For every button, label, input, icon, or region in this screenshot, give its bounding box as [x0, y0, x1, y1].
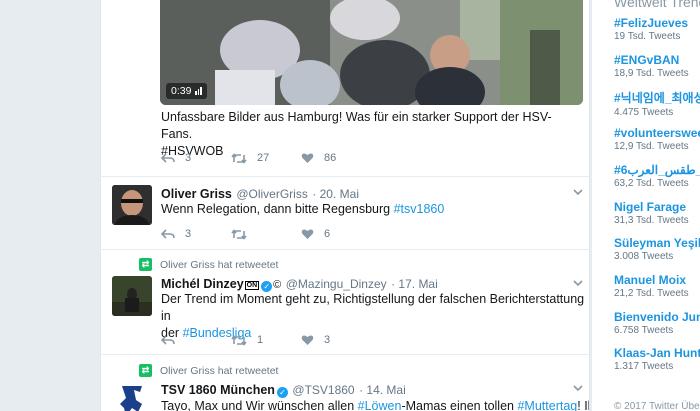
tweet-header: TSV 1860 München ✓ @TSV1860 · 14. Mai — [161, 381, 406, 399]
reply-button[interactable]: 3 — [161, 228, 231, 240]
trend-tweet-count: 18,9 Tsd. Tweets — [614, 67, 689, 79]
tweet-mazingu-dinzey[interactable]: ⇄ Oliver Griss hat retweetet Michél Dinz… — [101, 251, 589, 355]
tweet-date[interactable]: · 14. Mai — [359, 383, 406, 397]
tweet-tsv1860[interactable]: ⇄ Oliver Griss hat retweetet TSV 1860 Mü… — [101, 356, 589, 411]
trend-item[interactable]: #닉네임에_최애성완4.475 Tweets — [614, 89, 700, 118]
author-name[interactable]: TSV 1860 München — [161, 383, 275, 397]
retweet-context-icon: ⇄ — [139, 364, 152, 377]
trend-name[interactable]: #ENGvBAN — [614, 53, 700, 67]
retweet-icon — [231, 228, 247, 240]
trend-tweet-count: 4.475 Tweets — [614, 107, 674, 119]
video-thumbnail[interactable]: 0:39 — [160, 0, 583, 105]
reply-button[interactable] — [161, 334, 231, 346]
trend-item[interactable]: Nigel Farage 31,3 Tsd. Tweets — [614, 200, 700, 226]
tweet-text: Tayo, Max und Wir wünschen allen #Löwen-… — [161, 399, 589, 411]
trend-name[interactable]: #닉네임에_최애성완 — [614, 89, 700, 106]
trend-tweet-count: 1.317 Tweets — [614, 361, 674, 373]
author-name[interactable]: Michél Dinzey — [161, 277, 244, 291]
twitter-page: 0:39 Unfassbare Bilder aus Hamburg! Was … — [0, 0, 700, 411]
retweet-button[interactable] — [231, 228, 301, 240]
tweet-olivergriss[interactable]: Oliver Griss @OliverGriss · 20. Mai Wenn… — [101, 178, 589, 250]
like-button[interactable]: 3 — [301, 334, 371, 346]
retweet-button[interactable]: 1 — [231, 334, 301, 346]
hashtag-link[interactable]: #Löwen — [358, 399, 402, 411]
tweet-date[interactable]: · 20. Mai — [312, 187, 359, 201]
trends-header[interactable]: Weltweit Trends — [614, 0, 700, 10]
trend-tweet-count: 21,2 Tsd. Tweets — [614, 287, 689, 299]
author-name[interactable]: Oliver Griss — [161, 187, 232, 201]
retweet-context: ⇄ Oliver Griss hat retweetet — [139, 258, 278, 271]
tweet-video[interactable]: 0:39 Unfassbare Bilder aus Hamburg! Was … — [101, 0, 589, 177]
trend-item[interactable]: Bienvenido Junio6.758 Tweets — [614, 310, 700, 336]
tweet-actions: 3 6 — [161, 228, 371, 240]
tweet-actions: 1 3 — [161, 334, 371, 346]
trend-name[interactable]: #FelizJueves — [614, 16, 700, 30]
on-badge: ON — [244, 281, 260, 290]
trend-name[interactable]: Manuel Moix — [614, 273, 700, 287]
heart-icon — [301, 335, 314, 345]
trend-tweet-count: 12,9 Tsd. Tweets — [614, 141, 689, 153]
tsv1860-logo — [112, 382, 152, 411]
tweet-date[interactable]: · 17. Mai — [391, 277, 438, 291]
hashtag-link[interactable]: #tsv1860 — [394, 202, 445, 216]
like-button[interactable]: 6 — [301, 228, 371, 240]
reply-icon — [161, 152, 175, 163]
video-scene — [160, 0, 583, 105]
retweet-context-icon: ⇄ — [139, 258, 152, 271]
avatar[interactable] — [112, 185, 152, 225]
trend-name[interactable]: Nigel Farage — [614, 200, 700, 214]
trend-name[interactable]: Süleyman Yeşilyurt — [614, 236, 700, 250]
trend-item[interactable]: Klaas-Jan Huntelaar1.317 Tweets — [614, 346, 700, 372]
trend-tweet-count: 63,2 Tsd. Tweets — [614, 177, 689, 189]
heart-icon — [301, 153, 314, 163]
volume-icon — [195, 87, 202, 95]
retweet-button[interactable]: 27 — [231, 152, 301, 164]
trend-name[interactable]: #volunteersweek — [614, 126, 700, 140]
trend-tweet-count: 19 Tsd. Tweets — [614, 31, 681, 42]
trend-item[interactable]: Manuel Moix 21,2 Tsd. Tweets — [614, 273, 700, 299]
tweet-actions: 3 27 86 — [161, 152, 371, 164]
avatar[interactable] — [112, 382, 152, 411]
trend-item[interactable]: #مسابقة_طقس_العرب663,2 Tsd. Tweets — [614, 163, 700, 189]
avatar[interactable] — [112, 276, 152, 316]
retweet-icon — [231, 334, 247, 346]
trends-panel: Weltweit Trends #FelizJueves19 Tsd. Twee… — [592, 0, 700, 411]
trend-name[interactable]: #مسابقة_طقس_العرب6 — [614, 163, 700, 177]
trend-item[interactable]: #FelizJueves 19 Tsd. Tweets — [614, 16, 700, 42]
trend-tweet-count: 6.758 Tweets — [614, 324, 674, 336]
copyright-icon: © — [273, 279, 282, 291]
reply-icon — [161, 228, 175, 239]
hashtag-link[interactable]: #Muttertag — [517, 399, 577, 411]
retweet-context: ⇄ Oliver Griss hat retweetet — [139, 364, 278, 377]
author-handle[interactable]: @Mazingu_Dinzey — [286, 277, 387, 291]
chevron-down-icon[interactable] — [573, 279, 583, 287]
trend-tweet-count: 3.008 Tweets — [614, 251, 674, 263]
trend-item[interactable]: #ENGvBAN 18,9 Tsd. Tweets — [614, 53, 700, 79]
timeline: 0:39 Unfassbare Bilder aus Hamburg! Was … — [100, 0, 590, 411]
trend-name[interactable]: Klaas-Jan Huntelaar — [614, 346, 700, 360]
trends-footer[interactable]: © 2017 Twitter Über — [614, 401, 700, 411]
trend-tweet-count: 31,3 Tsd. Tweets — [614, 214, 689, 226]
reply-icon — [161, 334, 175, 345]
chevron-down-icon[interactable] — [573, 384, 583, 392]
heart-icon — [301, 229, 314, 239]
author-handle[interactable]: @TSV1860 — [292, 383, 354, 397]
tweet-text: Wenn Relegation, dann bitte Regensburg #… — [161, 202, 445, 216]
reply-button[interactable]: 3 — [161, 152, 231, 164]
trend-item[interactable]: #volunteersweek12,9 Tsd. Tweets — [614, 126, 700, 152]
chevron-down-icon[interactable] — [573, 188, 583, 196]
trend-item[interactable]: Süleyman Yeşilyurt3.008 Tweets — [614, 236, 700, 262]
like-button[interactable]: 86 — [301, 152, 371, 164]
trend-name[interactable]: Bienvenido Junio — [614, 310, 700, 324]
author-handle[interactable]: @OliverGriss — [236, 187, 308, 201]
verified-icon: ✓ — [276, 387, 288, 398]
video-duration-badge: 0:39 — [166, 83, 207, 99]
retweet-icon — [231, 152, 247, 164]
